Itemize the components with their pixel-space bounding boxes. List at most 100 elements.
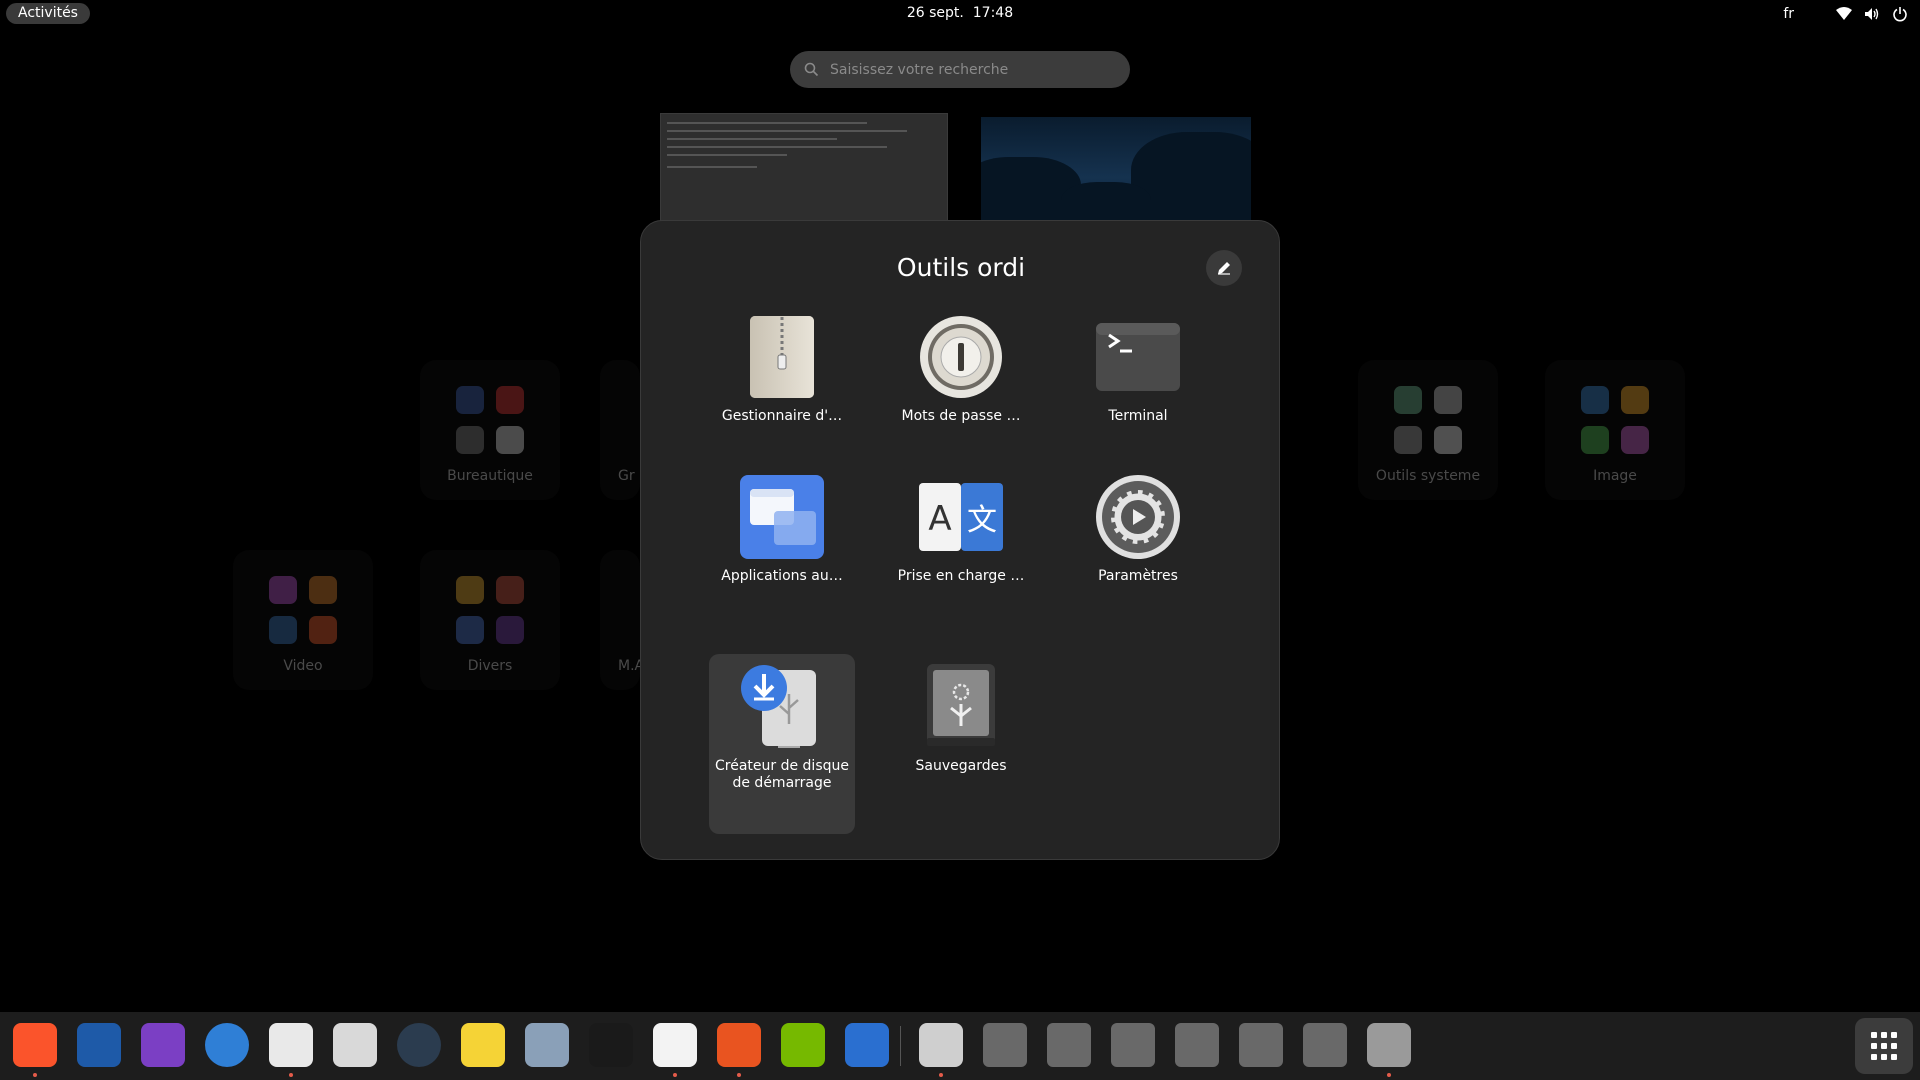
- dock-item-disk-drive[interactable]: [1110, 1022, 1156, 1068]
- app-grid-icon: [1871, 1032, 1897, 1060]
- dock-item-arc-drawing[interactable]: [588, 1022, 634, 1068]
- app-label: Paramètres: [1098, 568, 1178, 584]
- search-input[interactable]: [830, 51, 1120, 88]
- tor-bird-icon: [77, 1023, 121, 1067]
- app-folder-video[interactable]: Video: [233, 550, 373, 690]
- power-icon: [1893, 6, 1907, 21]
- app-archive-manager[interactable]: Gestionnaire d'…: [709, 301, 855, 481]
- search-bar[interactable]: [790, 51, 1130, 88]
- dock-item-file-manager[interactable]: [268, 1022, 314, 1077]
- running-indicator: [939, 1073, 943, 1077]
- workspace-thumbnail-1[interactable]: [660, 113, 948, 223]
- wifi-icon: [1836, 6, 1852, 20]
- nvidia-settings-icon: [781, 1023, 825, 1067]
- trash-recycle-icon: [919, 1023, 963, 1067]
- app-passwords-keys[interactable]: Mots de passe …: [888, 301, 1034, 481]
- favorites-star-icon: [525, 1023, 569, 1067]
- date-label: 26 sept.: [906, 5, 964, 21]
- folder-title: Outils ordi: [896, 253, 1026, 282]
- top-bar: Activités 26 sept. 17:48 fr: [0, 0, 1920, 27]
- app-label: Applications au…: [721, 568, 843, 584]
- dock-item-notes-pencil[interactable]: [460, 1022, 506, 1068]
- dock-item-usb-drive[interactable]: [1366, 1022, 1412, 1077]
- folder-popup: Outils ordi Gestionnaire d'… Mots de pas…: [640, 220, 1280, 860]
- clock-button[interactable]: 26 sept. 17:48: [907, 5, 1013, 21]
- activities-button[interactable]: Activités: [6, 3, 90, 24]
- disk-drive-icon: [1303, 1023, 1347, 1067]
- startup-disk-creator-icon: [741, 665, 816, 748]
- app-backups[interactable]: Sauvegardes: [888, 654, 1034, 834]
- notes-pencil-icon: [461, 1023, 505, 1067]
- app-label: Sauvegardes: [915, 758, 1007, 774]
- app-label: Terminal: [1108, 408, 1168, 424]
- svg-text:A: A: [928, 499, 951, 539]
- disk-drive-icon: [1239, 1023, 1283, 1067]
- app-startup-applications[interactable]: Applications au…: [709, 461, 855, 641]
- disk-drive-icon: [1175, 1023, 1219, 1067]
- rename-folder-button[interactable]: [1206, 250, 1242, 286]
- disk-drive-icon: [1047, 1023, 1091, 1067]
- startup-applications-icon: [740, 475, 824, 559]
- archive-manager-icon: [750, 316, 814, 398]
- app-label: Mots de passe …: [901, 408, 1021, 424]
- app-startup-disk-creator[interactable]: Créateur de disque de démarrage: [709, 654, 855, 834]
- disk-drive-icon: [1111, 1023, 1155, 1067]
- running-indicator: [673, 1073, 677, 1077]
- app-folder-divers[interactable]: Divers: [420, 550, 560, 690]
- dock-item-text-editor[interactable]: [652, 1022, 698, 1077]
- workspace-thumbnail-2[interactable]: [981, 117, 1251, 227]
- dock-item-thunderbird[interactable]: [204, 1022, 250, 1068]
- app-folder-bureautique[interactable]: Bureautique: [420, 360, 560, 500]
- dock-item-disk-drive[interactable]: [982, 1022, 1028, 1068]
- dock-item-disk-drive[interactable]: [1302, 1022, 1348, 1068]
- file-manager-icon: [269, 1023, 313, 1067]
- app-folder-ma[interactable]: M.A: [600, 550, 640, 690]
- dock-item-brave-browser[interactable]: [12, 1022, 58, 1077]
- thunderbird-icon: [205, 1023, 249, 1067]
- folder-label: Image: [1593, 468, 1637, 484]
- dock-item-disk-drive[interactable]: [1238, 1022, 1284, 1068]
- backups-safe-icon: [927, 664, 995, 746]
- pencil-edit-icon: [1218, 262, 1230, 275]
- settings-gear-icon: [1096, 475, 1180, 559]
- dock-item-trash-recycle[interactable]: [918, 1022, 964, 1077]
- app-folder-gr[interactable]: Gr: [600, 360, 640, 500]
- running-indicator: [737, 1073, 741, 1077]
- folder-label: Outils systeme: [1375, 468, 1481, 484]
- dock-item-favorites-star[interactable]: [524, 1022, 570, 1068]
- dock-item-document-viewer[interactable]: [332, 1022, 378, 1068]
- search-icon: [804, 62, 819, 77]
- language-support-icon: A 文: [919, 483, 1003, 551]
- volume-icon: [1865, 7, 1879, 20]
- dock-item-tasks-check[interactable]: [140, 1022, 186, 1068]
- dock-item-activity-monitor[interactable]: [844, 1022, 890, 1068]
- time-label: 17:48: [972, 5, 1014, 21]
- dock-item-nvidia-settings[interactable]: [780, 1022, 826, 1068]
- keyboard-language-indicator[interactable]: fr: [1783, 6, 1794, 22]
- folder-label: Gr: [618, 468, 635, 484]
- running-indicator: [33, 1073, 37, 1077]
- show-apps-button[interactable]: [1855, 1018, 1913, 1074]
- running-indicator: [1387, 1073, 1391, 1077]
- arc-drawing-icon: [589, 1023, 633, 1067]
- disk-drive-icon: [983, 1023, 1027, 1067]
- app-terminal[interactable]: Terminal: [1065, 301, 1211, 481]
- system-tray[interactable]: fr: [1783, 0, 1920, 27]
- running-indicator: [289, 1073, 293, 1077]
- passwords-keys-icon: [920, 316, 1002, 398]
- app-label: Prise en charge …: [897, 568, 1025, 584]
- dock-separator: [900, 1026, 901, 1066]
- app-settings[interactable]: Paramètres: [1065, 461, 1211, 641]
- dock-item-software-center[interactable]: [716, 1022, 762, 1077]
- dock-item-system-monitor-gauge[interactable]: [396, 1022, 442, 1068]
- app-folder-image[interactable]: Image: [1545, 360, 1685, 500]
- app-label: Gestionnaire d'…: [721, 408, 843, 424]
- dock-item-disk-drive[interactable]: [1046, 1022, 1092, 1068]
- dock-item-disk-drive[interactable]: [1174, 1022, 1220, 1068]
- text-editor-icon: [653, 1023, 697, 1067]
- svg-text:文: 文: [967, 503, 997, 538]
- app-folder-outils-systeme[interactable]: Outils systeme: [1358, 360, 1498, 500]
- app-language-support[interactable]: A 文 Prise en charge …: [888, 461, 1034, 641]
- software-center-icon: [717, 1023, 761, 1067]
- dock-item-tor-bird[interactable]: [76, 1022, 122, 1068]
